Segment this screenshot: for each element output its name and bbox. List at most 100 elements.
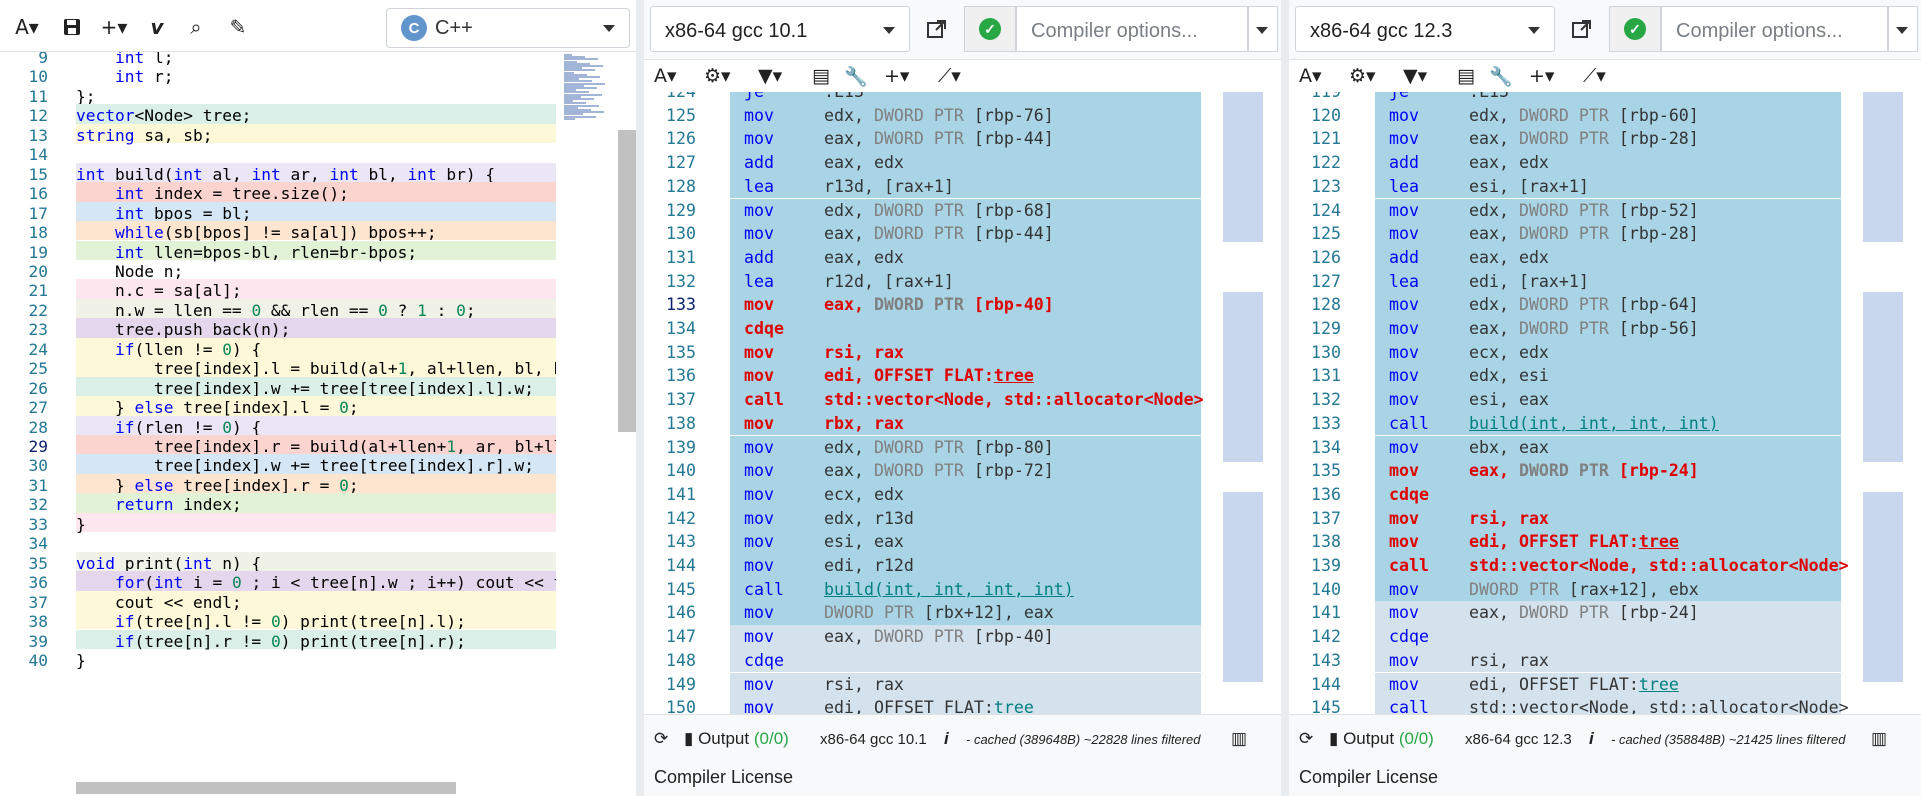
vim-icon[interactable]: v xyxy=(146,14,168,40)
source-line[interactable]: 23 tree.push_back(n); xyxy=(0,318,556,339)
asm-line[interactable]: 143 mov esi, eax xyxy=(644,530,1210,554)
asm-line[interactable]: 146 mov DWORD PTR [rbx+12], eax xyxy=(644,601,1210,626)
compile-status[interactable]: ✓ xyxy=(964,6,1016,52)
asm-line[interactable]: 139 mov edx, DWORD PTR [rbp-80] xyxy=(644,435,1210,460)
libraries-book-icon[interactable]: ▤ xyxy=(1457,64,1475,88)
source-minimap[interactable] xyxy=(562,52,620,796)
source-line[interactable]: 17 int bpos = bl; xyxy=(0,201,556,223)
source-line[interactable]: 22 n.w = llen == 0 && rlen == 0 ? 1 : 0; xyxy=(0,298,556,320)
assembly-output[interactable]: 124je.L13125movedx, DWORD PTR [rbp-76] 12… xyxy=(644,92,1211,714)
add-tool-icon[interactable]: +▾ xyxy=(884,64,909,88)
asm-line[interactable]: 128 mov edx, DWORD PTR [rbp-64] xyxy=(1289,293,1851,317)
asm-line[interactable]: 132 mov esi, eax xyxy=(1289,388,1851,412)
asm-line[interactable]: 134 cdqe xyxy=(644,317,1210,341)
assembly-minimap[interactable] xyxy=(1217,92,1275,714)
settings-gear-icon[interactable]: ⚙▾ xyxy=(1349,64,1376,88)
asm-line[interactable]: 142 cdqe xyxy=(1289,625,1851,649)
asm-line[interactable]: 138 mov rbx, rax xyxy=(644,411,1210,436)
language-select[interactable]: C C++ xyxy=(386,8,630,48)
output-button[interactable]: ▮ Output (0/0) xyxy=(1329,729,1434,749)
source-line[interactable]: 12 vector<Node> tree; xyxy=(0,104,556,125)
asm-line[interactable]: 131 add eax, edx xyxy=(644,245,1210,270)
source-line[interactable]: 28 if(rlen != 0) { xyxy=(0,415,556,437)
source-line[interactable]: 9 int l; xyxy=(0,52,556,67)
asm-line[interactable]: 128 lea r13d, [rax+1] xyxy=(644,174,1210,199)
assembly-minimap[interactable] xyxy=(1857,92,1915,714)
filter-icon[interactable]: ▼▾ xyxy=(758,64,782,88)
asm-line[interactable]: 122 add eax, edx xyxy=(1289,151,1851,175)
asm-line[interactable]: 137 mov rsi, rax xyxy=(1289,506,1851,531)
filter-icon[interactable]: ▼▾ xyxy=(1403,64,1427,88)
source-line[interactable]: 29 tree[index].r = build(al+llen+1, ar, … xyxy=(0,435,556,456)
compiler-options-input[interactable]: Compiler options... xyxy=(1661,6,1888,52)
asm-line[interactable]: 150 mov edi, OFFSET FLAT:tree xyxy=(644,696,1210,714)
chart-icon[interactable]: ▥ xyxy=(1871,729,1887,749)
source-line[interactable]: 30 tree[index].w += tree[tree[index].r].… xyxy=(0,454,556,475)
source-code-editor[interactable]: 9 int l; 10 int r; 11}; 12 vector<Node> tree… xyxy=(0,52,556,796)
asm-line[interactable]: 136 cdqe xyxy=(1289,482,1851,507)
asm-line[interactable]: 129 mov eax, DWORD PTR [rbp-56] xyxy=(1289,317,1851,341)
asm-line[interactable]: 125 mov edx, DWORD PTR [rbp-76] xyxy=(644,103,1210,128)
asm-line[interactable]: 126 add eax, edx xyxy=(1289,245,1851,270)
source-line[interactable]: 16 int index = tree.size(); xyxy=(0,182,556,203)
options-dropdown-button[interactable] xyxy=(1888,6,1918,52)
source-line[interactable]: 13 string sa, sb; xyxy=(0,123,556,145)
add-tool-icon[interactable]: +▾ xyxy=(1529,64,1554,88)
asm-line[interactable]: 147 mov eax, DWORD PTR [rbp-40] xyxy=(644,625,1210,649)
source-line[interactable]: 27 } else tree[index].l = 0; xyxy=(0,396,556,417)
wrench-icon[interactable]: 🔧 xyxy=(1489,64,1513,88)
source-line[interactable]: 10 int r; xyxy=(0,65,556,86)
brush-icon[interactable]: ⟋▾ xyxy=(938,64,961,88)
asm-line[interactable]: 127 lea edi, [rax+1] xyxy=(1289,269,1851,294)
asm-line[interactable]: 143 mov rsi, rax xyxy=(1289,648,1851,673)
info-icon[interactable]: i xyxy=(944,729,949,749)
source-horizontal-scrollbar[interactable] xyxy=(76,782,456,794)
recompile-icon[interactable]: ⟳ xyxy=(654,729,668,749)
asm-line[interactable]: 137 call std::vector<Node, std::allocator<… xyxy=(644,388,1210,412)
source-line[interactable]: 15 int build(int al, int ar, int bl, int … xyxy=(0,162,556,184)
asm-line[interactable]: 141 mov ecx, edx xyxy=(644,482,1210,507)
wrench-icon[interactable]: 🔧 xyxy=(844,64,868,88)
options-dropdown-button[interactable] xyxy=(1248,6,1278,52)
asm-line[interactable]: 144 mov edi, r12d xyxy=(644,554,1210,578)
asm-line[interactable]: 125 mov eax, DWORD PTR [rbp-28] xyxy=(1289,222,1851,246)
font-size-icon[interactable]: A▾ xyxy=(1299,64,1322,88)
compiler-select[interactable]: x86-64 gcc 12.3 xyxy=(1295,6,1555,52)
asm-line[interactable]: 140 mov DWORD PTR [rax+12], ebx xyxy=(1289,577,1851,602)
settings-gear-icon[interactable]: ⚙▾ xyxy=(704,64,731,88)
recompile-icon[interactable]: ⟳ xyxy=(1299,729,1313,749)
chart-icon[interactable]: ▥ xyxy=(1231,729,1247,749)
asm-line[interactable]: 139 call std::vector<Node, std::allocator<… xyxy=(1289,554,1851,578)
source-line[interactable]: 31 } else tree[index].r = 0; xyxy=(0,473,556,495)
libraries-book-icon[interactable]: ▤ xyxy=(812,64,830,88)
source-line[interactable]: 32 return index; xyxy=(0,493,556,514)
source-line[interactable]: 38 if(tree[n].l != 0) print(tree[n].l); xyxy=(0,610,556,631)
asm-line[interactable]: 141 mov eax, DWORD PTR [rbp-24] xyxy=(1289,601,1851,626)
source-line[interactable]: 33} xyxy=(0,512,556,534)
asm-line[interactable]: 119 je .L13 xyxy=(1289,92,1851,104)
source-line[interactable]: 14 xyxy=(0,143,556,164)
asm-line[interactable]: 136 mov edi, OFFSET FLAT:tree xyxy=(644,364,1210,389)
compiler-license-link[interactable]: Compiler License xyxy=(1299,767,1438,788)
asm-line[interactable]: 123 lea esi, [rax+1] xyxy=(1289,174,1851,199)
save-icon[interactable] xyxy=(60,14,84,40)
popout-icon[interactable] xyxy=(1571,18,1593,40)
asm-line[interactable]: 145 call std::vector<Node, std::allocator<… xyxy=(1289,696,1851,714)
asm-line[interactable]: 144 mov edi, OFFSET FLAT:tree xyxy=(1289,672,1851,697)
asm-line[interactable]: 133 call build(int, int, int, int) xyxy=(1289,411,1851,436)
asm-line[interactable]: 133 mov eax, DWORD PTR [rbp-40] xyxy=(644,293,1210,317)
asm-line[interactable]: 124 mov edx, DWORD PTR [rbp-52] xyxy=(1289,198,1851,223)
asm-line[interactable]: 145 call build(int, int, int, int) xyxy=(644,577,1210,602)
pane-divider[interactable] xyxy=(1281,0,1289,796)
asm-line[interactable]: 120 mov edx, DWORD PTR [rbp-60] xyxy=(1289,103,1851,128)
asm-line[interactable]: 148 cdqe xyxy=(644,648,1210,673)
add-icon[interactable]: +▾ xyxy=(98,14,130,40)
source-line[interactable]: 18 while(sb[bpos] != sa[al]) bpos++; xyxy=(0,221,556,242)
source-line[interactable]: 20 Node n; xyxy=(0,260,556,281)
pin-icon[interactable]: ✎ xyxy=(226,14,250,40)
asm-line[interactable]: 124 je .L13 xyxy=(644,92,1210,104)
assembly-output[interactable]: 119je.L13120movedx, DWORD PTR [rbp-60] 12… xyxy=(1289,92,1851,714)
source-line[interactable]: 26 tree[index].w += tree[tree[index].l].… xyxy=(0,376,556,398)
info-icon[interactable]: i xyxy=(1589,729,1594,749)
asm-line[interactable]: 149 mov rsi, rax xyxy=(644,672,1210,697)
